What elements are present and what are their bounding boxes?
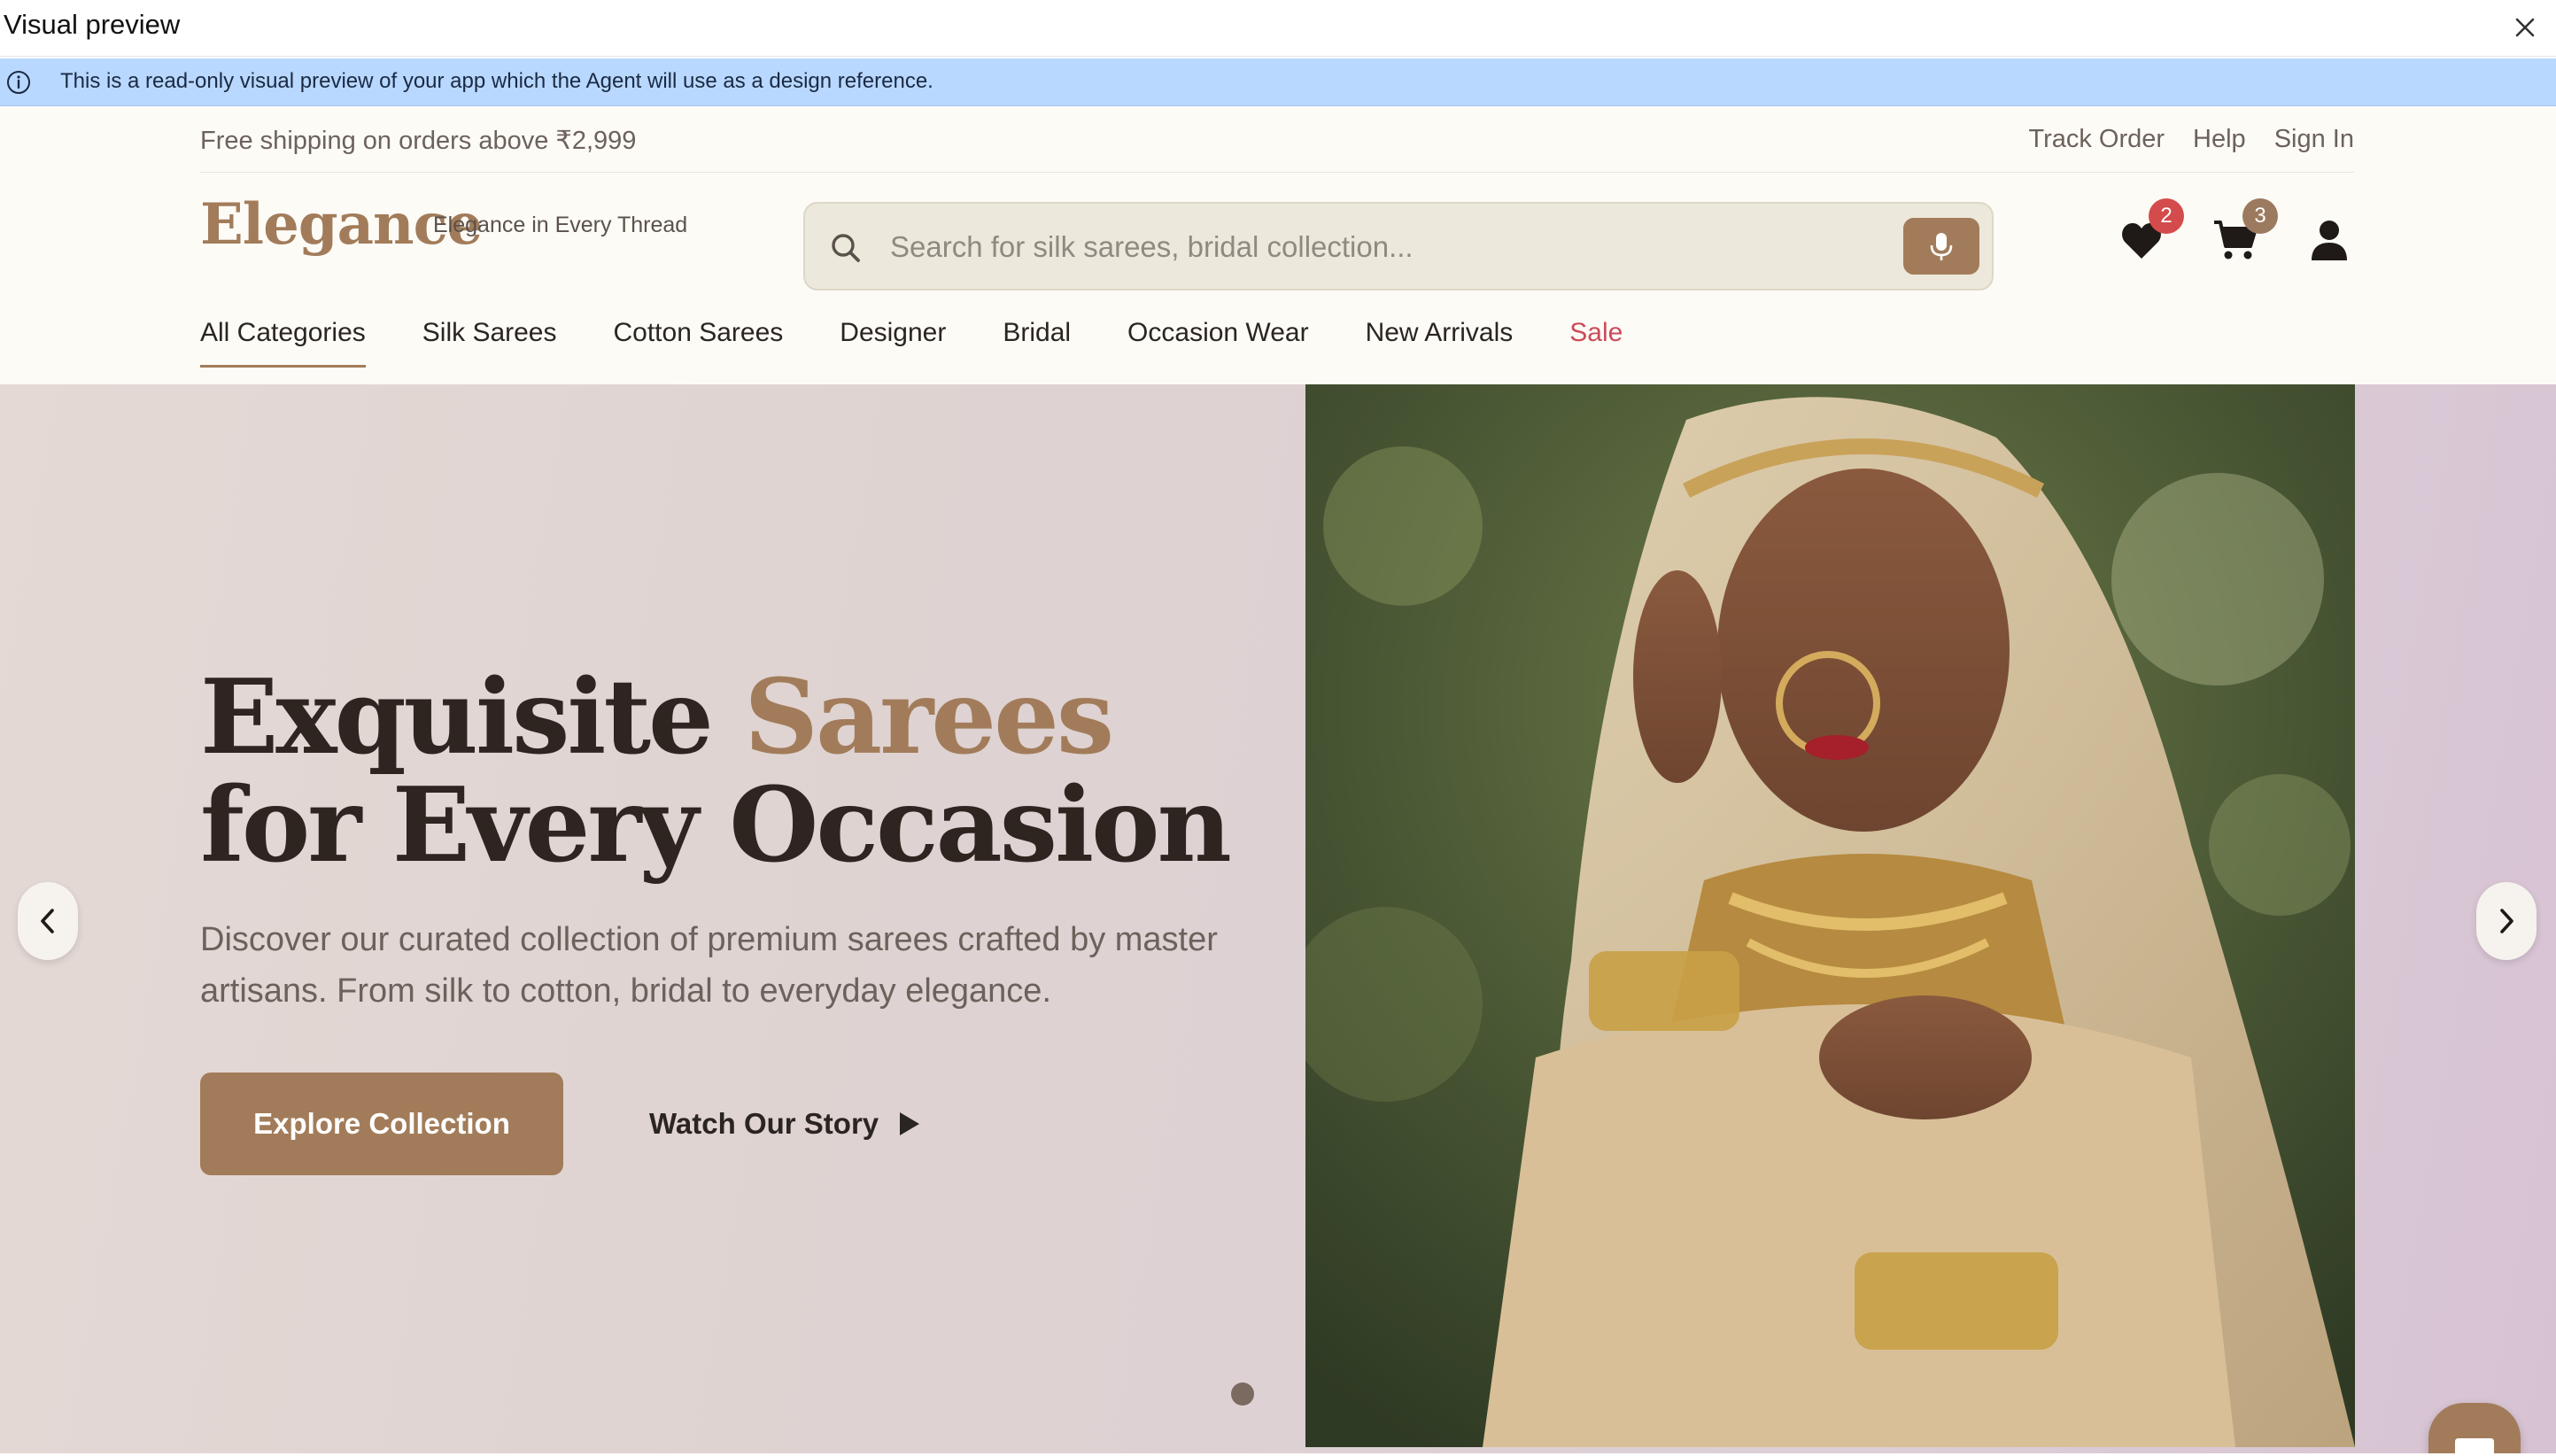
chevron-right-icon <box>2500 909 2513 933</box>
wishlist-button[interactable]: 2 <box>2117 198 2184 266</box>
nav-silk-sarees[interactable]: Silk Sarees <box>422 318 557 368</box>
cart-button[interactable]: 3 <box>2211 198 2278 266</box>
chat-icon <box>2455 1438 2494 1453</box>
nav-new-arrivals[interactable]: New Arrivals <box>1366 318 1514 368</box>
nav-bridal[interactable]: Bridal <box>1003 318 1071 368</box>
explore-collection-button[interactable]: Explore Collection <box>200 1073 563 1175</box>
hero-title: Exquisite Sarees for Every Occasion <box>200 663 1232 879</box>
site-header: Elegance Elegance in Every Thread 2 <box>200 174 2354 290</box>
microphone-icon <box>1930 233 1953 260</box>
preview-title: Visual preview <box>4 9 181 40</box>
hero-title-part1: Exquisite <box>200 657 714 778</box>
watch-story-button[interactable]: Watch Our Story <box>649 1100 921 1148</box>
watch-story-label: Watch Our Story <box>649 1107 879 1140</box>
chat-button[interactable] <box>2428 1403 2521 1453</box>
hero-title-part2: for Every Occasion <box>200 765 1232 886</box>
info-icon <box>7 71 30 94</box>
hero-description: Discover our curated collection of premi… <box>200 921 1218 1010</box>
sign-in-link[interactable]: Sign In <box>2274 125 2354 154</box>
info-banner: This is a read-only visual preview of yo… <box>0 58 2556 106</box>
nav-cotton-sarees[interactable]: Cotton Sarees <box>614 318 784 368</box>
slider-next-button[interactable] <box>2476 882 2537 960</box>
top-links: Track Order Help Sign In <box>2028 125 2354 154</box>
account-button[interactable] <box>2304 216 2354 266</box>
close-icon[interactable] <box>2510 12 2540 43</box>
user-icon <box>2312 221 2347 260</box>
help-link[interactable]: Help <box>2193 125 2246 154</box>
nav-occasion-wear[interactable]: Occasion Wear <box>1127 318 1309 368</box>
wishlist-count-badge: 2 <box>2149 198 2184 234</box>
site: Free shipping on orders above ₹2,999 Tra… <box>0 107 2556 1453</box>
preview-header: Visual preview <box>0 0 2556 57</box>
slide-indicator-dot[interactable] <box>1231 1382 1254 1406</box>
track-order-link[interactable]: Track Order <box>2028 125 2165 154</box>
hero-image <box>1305 384 2355 1447</box>
nav-sale[interactable]: Sale <box>1569 318 1623 368</box>
tagline: Elegance in Every Thread <box>433 213 688 237</box>
voice-search-button[interactable] <box>1903 218 1979 275</box>
category-nav: All Categories Silk Sarees Cotton Sarees… <box>200 318 1623 368</box>
search-icon <box>832 234 860 262</box>
shipping-notice: Free shipping on orders above ₹2,999 <box>200 127 637 155</box>
search-bar <box>803 202 1994 290</box>
top-bar: Free shipping on orders above ₹2,999 Tra… <box>200 107 2354 173</box>
cart-count-badge: 3 <box>2242 198 2278 234</box>
nav-designer[interactable]: Designer <box>840 318 946 368</box>
info-banner-text: This is a read-only visual preview of yo… <box>60 69 933 93</box>
hero-title-accent: Sarees <box>744 657 1114 778</box>
hero-banner: Exquisite Sarees for Every Occasion Disc… <box>0 384 2556 1453</box>
nav-all-categories[interactable]: All Categories <box>200 318 366 368</box>
chevron-left-icon <box>41 909 54 933</box>
play-icon <box>900 1112 920 1135</box>
search-input[interactable] <box>890 227 1864 267</box>
slider-prev-button[interactable] <box>18 882 78 960</box>
